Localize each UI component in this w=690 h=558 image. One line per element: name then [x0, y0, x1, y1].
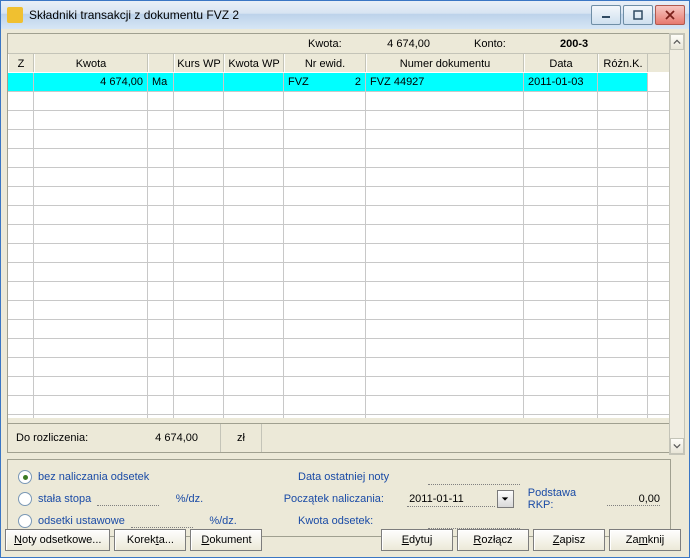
header-roznk[interactable]: Różn.K. — [598, 54, 648, 73]
maximize-button[interactable] — [623, 5, 653, 25]
konto-label: Konto: — [474, 38, 524, 50]
table-row[interactable] — [8, 111, 670, 130]
minimize-button[interactable] — [591, 5, 621, 25]
header-kwota[interactable]: Kwota — [34, 54, 148, 73]
table-row[interactable] — [8, 320, 670, 339]
cell-data[interactable]: 2011-01-03 — [524, 73, 598, 91]
maximize-icon — [633, 10, 643, 20]
statutory-rate-field[interactable] — [131, 514, 193, 528]
summary-row: Do rozliczenia: 4 674,00 zł — [8, 423, 670, 452]
table-row[interactable] — [8, 358, 670, 377]
header-kwotawp[interactable]: Kwota WP — [224, 54, 284, 73]
table-row[interactable] — [8, 206, 670, 225]
table-row[interactable] — [8, 263, 670, 282]
grid-body[interactable]: 4 674,00 Ma FVZ2 FVZ 44927 2011-01-03 — [8, 72, 670, 418]
kwota-label: Kwota: — [308, 38, 360, 50]
table-row[interactable] — [8, 244, 670, 263]
radio-fixed-rate[interactable] — [18, 492, 32, 506]
table-row[interactable] — [8, 301, 670, 320]
fixed-rate-field[interactable] — [97, 492, 159, 506]
button-bar: Noty odsetkowe... Korekta... Dokument Ed… — [5, 527, 685, 553]
rate-suffix: %/dz. — [165, 493, 203, 505]
table-row[interactable] — [8, 92, 670, 111]
start-label: Początek naliczania: — [284, 493, 407, 505]
basis-value[interactable]: 0,00 — [607, 493, 660, 506]
chevron-up-icon — [673, 38, 681, 46]
cell-numdok[interactable]: FVZ 44927 — [366, 73, 524, 91]
cell-kwota[interactable]: 4 674,00 — [34, 73, 148, 91]
client-area: Kwota: 4 674,00 Konto: 200-3 Z Kwota Kur… — [1, 29, 689, 557]
date-dropdown-button[interactable] — [497, 490, 514, 508]
table-row[interactable] — [8, 282, 670, 301]
header-numdok[interactable]: Numer dokumentu — [366, 54, 524, 73]
summary-label: Do rozliczenia: — [8, 432, 126, 444]
summary-value: 4 674,00 — [126, 432, 204, 444]
table-row[interactable] — [8, 187, 670, 206]
cell-side[interactable]: Ma — [148, 73, 174, 91]
correction-button[interactable]: Korekta... — [114, 529, 186, 551]
summary-unit: zł — [220, 424, 262, 452]
vertical-scrollbar[interactable] — [669, 33, 685, 455]
chevron-down-icon — [673, 442, 681, 450]
table-row[interactable] — [8, 415, 670, 418]
titlebar[interactable]: Składniki transakcji z dokumentu FVZ 2 — [1, 1, 689, 30]
app-icon — [7, 7, 23, 23]
interest-amount-label: Kwota odsetek: — [298, 515, 428, 527]
info-row: Kwota: 4 674,00 Konto: 200-3 — [8, 34, 670, 54]
last-note-field[interactable] — [428, 470, 520, 485]
radio-statutory[interactable] — [18, 514, 32, 528]
last-note-label: Data ostatniej noty — [298, 471, 428, 483]
chevron-down-icon — [501, 495, 509, 503]
basis-label: Podstawa RKP: — [528, 487, 601, 511]
disconnect-button[interactable]: Rozłącz — [457, 529, 529, 551]
cell-z[interactable] — [8, 73, 34, 91]
table-row[interactable] — [8, 396, 670, 415]
interest-notes-button[interactable]: Noty odsetkowe... — [5, 529, 110, 551]
cell-kwotawp[interactable] — [224, 73, 284, 91]
header-z[interactable]: Z — [8, 54, 34, 73]
kwota-value: 4 674,00 — [360, 38, 438, 50]
options-panel: bez naliczania odsetek Data ostatniej no… — [7, 459, 671, 537]
scroll-down-button[interactable] — [670, 438, 684, 454]
rate-suffix-2: %/dz. — [199, 515, 237, 527]
table-row[interactable] — [8, 339, 670, 358]
table-row[interactable] — [8, 149, 670, 168]
window: Składniki transakcji z dokumentu FVZ 2 K… — [0, 0, 690, 558]
save-button[interactable]: Zapisz — [533, 529, 605, 551]
grid-header: Z Kwota Kurs WP Kwota WP Nr ewid. Numer … — [8, 54, 670, 74]
system-buttons — [591, 5, 685, 25]
radio-no-interest[interactable] — [18, 470, 32, 484]
window-title: Składniki transakcji z dokumentu FVZ 2 — [29, 8, 591, 22]
edit-button[interactable]: Edytuj — [381, 529, 453, 551]
close-icon — [665, 10, 675, 20]
header-kurs[interactable]: Kurs WP — [174, 54, 224, 73]
cell-roznk[interactable] — [598, 73, 648, 91]
header-nrewid[interactable]: Nr ewid. — [284, 54, 366, 73]
minimize-icon — [601, 10, 611, 20]
table-row[interactable] — [8, 130, 670, 149]
grid-panel: Kwota: 4 674,00 Konto: 200-3 Z Kwota Kur… — [7, 33, 671, 453]
konto-value: 200-3 — [560, 38, 650, 50]
table-row[interactable]: 4 674,00 Ma FVZ2 FVZ 44927 2011-01-03 — [8, 73, 670, 92]
radio-statutory-label: odsetki ustawowe — [38, 515, 125, 527]
scroll-up-button[interactable] — [670, 34, 684, 50]
start-date-field[interactable]: 2011-01-11 — [407, 492, 495, 507]
radio-no-interest-label: bez naliczania odsetek — [38, 471, 149, 483]
header-side[interactable] — [148, 54, 174, 73]
table-row[interactable] — [8, 225, 670, 244]
table-row[interactable] — [8, 377, 670, 396]
close-dialog-button[interactable]: Zamknij — [609, 529, 681, 551]
header-data[interactable]: Data — [524, 54, 598, 73]
table-row[interactable] — [8, 168, 670, 187]
document-button[interactable]: Dokument — [190, 529, 262, 551]
cell-nrewid[interactable]: FVZ2 — [284, 73, 366, 91]
close-button[interactable] — [655, 5, 685, 25]
cell-kurs[interactable] — [174, 73, 224, 91]
radio-fixed-rate-label: stała stopa — [38, 493, 91, 505]
